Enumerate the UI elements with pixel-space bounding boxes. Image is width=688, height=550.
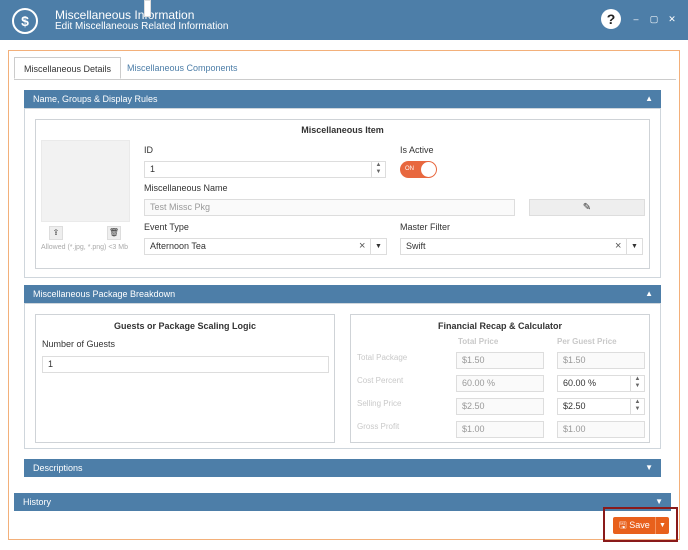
master-filter-select[interactable]: Swift × ▼ (400, 238, 643, 255)
event-type-value: Afternoon Tea (150, 241, 206, 251)
total-package-per-guest: $1.50 (557, 352, 645, 369)
section-header-name-groups[interactable]: Name, Groups & Display Rules ▲ (24, 90, 661, 108)
value: 60.00 % (462, 378, 496, 388)
id-field[interactable]: 1 ▲ ▼ (144, 161, 386, 178)
section-title: Descriptions (33, 463, 83, 473)
name-value: Test Missc Pkg (150, 202, 211, 212)
chevron-down-icon[interactable]: ▼ (370, 238, 386, 255)
chevron-down-icon[interactable]: ▼ (655, 517, 669, 534)
maximize-button[interactable]: ▢ (647, 12, 661, 26)
help-icon[interactable]: ? (601, 9, 621, 29)
event-type-select[interactable]: Afternoon Tea × ▼ (144, 238, 387, 255)
save-label: Save (629, 520, 650, 530)
tab-miscellaneous-components[interactable]: Miscellaneous Components (118, 57, 247, 79)
section-header-history[interactable]: History ▼ (14, 493, 671, 511)
master-filter-value: Swift (406, 241, 426, 251)
value: 60.00 % (563, 378, 597, 388)
trash-icon[interactable]: 🗑 (107, 226, 121, 240)
value: $2.50 (563, 401, 586, 411)
section-title: Name, Groups & Display Rules (33, 94, 158, 104)
section-header-breakdown[interactable]: Miscellaneous Package Breakdown ▲ (24, 285, 661, 303)
chevron-up-icon[interactable]: ▲ (645, 285, 653, 303)
clear-icon[interactable]: × (359, 239, 365, 254)
image-placeholder[interactable] (41, 140, 130, 222)
clear-icon[interactable]: × (615, 239, 621, 254)
value: $1.50 (462, 355, 485, 365)
title-bar: $ Miscellaneous Information Edit Miscell… (0, 0, 688, 40)
box-title: Miscellaneous Item (301, 125, 384, 135)
total-package-total: $1.50 (456, 352, 544, 369)
value: $1.00 (563, 424, 586, 434)
toggle-state-text: ON (405, 166, 414, 172)
toggle-knob (421, 162, 436, 177)
upload-icon[interactable]: ⇪ (49, 226, 63, 240)
window-subtitle: Edit Miscellaneous Related Information (55, 21, 229, 32)
tab-miscellaneous-details[interactable]: Miscellaneous Details (14, 57, 122, 79)
scaling-box: Guests or Package Scaling Logic (35, 314, 335, 443)
value: $2.50 (462, 401, 485, 411)
selling-price-per-guest-input[interactable]: $2.50 ▲ ▼ (557, 398, 645, 415)
save-main[interactable]: 🖫 Save (619, 517, 650, 534)
selling-price-total: $2.50 (456, 398, 544, 415)
recap-row-label: Selling Price (357, 399, 402, 408)
guests-label: Number of Guests (42, 339, 116, 349)
id-label: ID (144, 145, 153, 155)
event-type-label: Event Type (144, 222, 189, 232)
cost-percent-spinner[interactable]: ▲ ▼ (630, 376, 644, 391)
edit-name-button[interactable]: ✎ (529, 199, 645, 216)
number-of-guests-input[interactable]: 1 (42, 356, 329, 373)
is-active-toggle[interactable]: ON (400, 161, 437, 178)
value: $1.50 (563, 355, 586, 365)
value: $1.00 (462, 424, 485, 434)
box-title: Financial Recap & Calculator (437, 321, 563, 331)
section-title: Miscellaneous Package Breakdown (33, 289, 176, 299)
id-spinner[interactable]: ▲ ▼ (371, 162, 385, 177)
box-title: Guests or Package Scaling Logic (113, 321, 257, 331)
id-value: 1 (150, 164, 156, 174)
chevron-down-icon[interactable]: ▼ (645, 459, 653, 477)
gross-profit-total: $1.00 (456, 421, 544, 438)
minimize-button[interactable]: – (629, 12, 643, 26)
gross-profit-per-guest: $1.00 (557, 421, 645, 438)
floppy-disk-icon: 🖫 (619, 520, 627, 530)
image-upload-hint: Allowed (*.jpg, *.png) <3 Mb (41, 244, 128, 251)
is-active-label: Is Active (400, 145, 434, 155)
close-button[interactable]: ✕ (665, 12, 679, 26)
recap-row-label: Cost Percent (357, 376, 404, 385)
cost-percent-per-guest-input[interactable]: 60.00 % ▲ ▼ (557, 375, 645, 392)
name-label: Miscellaneous Name (144, 183, 228, 193)
recap-row-label: Total Package (357, 353, 408, 362)
master-filter-label: Master Filter (400, 222, 451, 232)
window-title: Miscellaneous Information (55, 8, 195, 22)
chevron-up-icon[interactable]: ▲ (645, 90, 653, 108)
per-guest-price-header: Per Guest Price (557, 337, 617, 346)
recap-row-label: Gross Profit (357, 422, 400, 431)
event-type-select[interactable] (144, 0, 151, 17)
chevron-down-icon[interactable]: ▼ (626, 238, 642, 255)
guests-value: 1 (48, 359, 54, 369)
tab-divider (14, 79, 676, 80)
pencil-icon: ✎ (582, 202, 592, 213)
save-button[interactable]: 🖫 Save ▼ (613, 517, 669, 534)
cost-percent-total: 60.00 % (456, 375, 544, 392)
section-title: History (23, 497, 52, 507)
miscellaneous-name-field[interactable]: Test Missc Pkg (144, 199, 515, 216)
total-price-header: Total Price (458, 337, 499, 346)
section-header-descriptions[interactable]: Descriptions ▼ (24, 459, 661, 477)
selling-price-spinner[interactable]: ▲ ▼ (630, 399, 644, 414)
app-logo-icon: $ (12, 8, 38, 34)
